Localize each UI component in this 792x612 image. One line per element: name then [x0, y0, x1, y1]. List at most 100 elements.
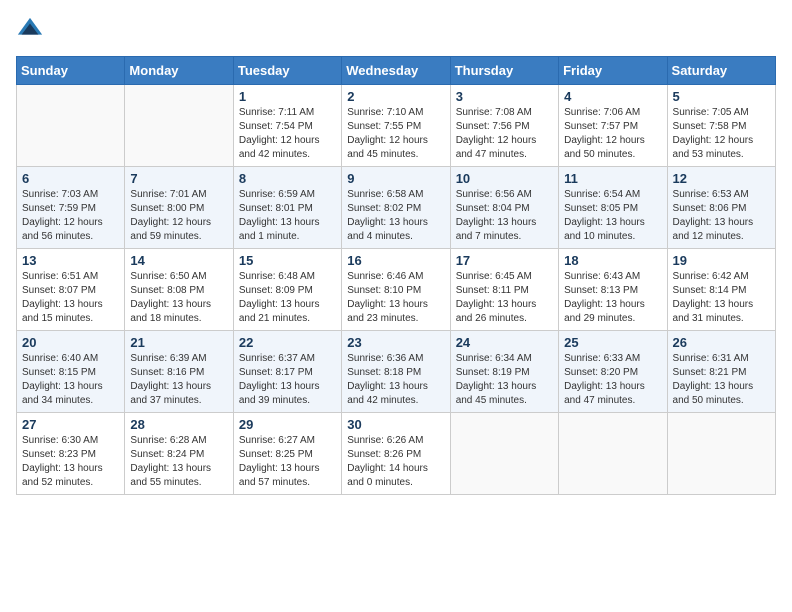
day-number: 3: [456, 89, 553, 104]
day-info: Sunrise: 6:51 AMSunset: 8:07 PMDaylight:…: [22, 271, 103, 324]
day-number: 1: [239, 89, 336, 104]
weekday-header: Tuesday: [233, 57, 341, 85]
page-header: [16, 16, 776, 44]
day-info: Sunrise: 6:37 AMSunset: 8:17 PMDaylight:…: [239, 353, 320, 406]
day-info: Sunrise: 6:34 AMSunset: 8:19 PMDaylight:…: [456, 353, 537, 406]
calendar-cell: [559, 413, 667, 495]
day-info: Sunrise: 6:58 AMSunset: 8:02 PMDaylight:…: [347, 189, 428, 242]
day-info: Sunrise: 6:30 AMSunset: 8:23 PMDaylight:…: [22, 435, 103, 488]
day-info: Sunrise: 6:56 AMSunset: 8:04 PMDaylight:…: [456, 189, 537, 242]
day-number: 4: [564, 89, 661, 104]
day-number: 28: [130, 417, 227, 432]
day-info: Sunrise: 6:40 AMSunset: 8:15 PMDaylight:…: [22, 353, 103, 406]
logo: [16, 16, 46, 44]
day-number: 15: [239, 253, 336, 268]
day-number: 2: [347, 89, 444, 104]
day-number: 17: [456, 253, 553, 268]
calendar-cell: [17, 85, 125, 167]
calendar-cell: 23 Sunrise: 6:36 AMSunset: 8:18 PMDaylig…: [342, 331, 450, 413]
day-number: 24: [456, 335, 553, 350]
day-info: Sunrise: 6:50 AMSunset: 8:08 PMDaylight:…: [130, 271, 211, 324]
day-number: 25: [564, 335, 661, 350]
day-number: 12: [673, 171, 770, 186]
calendar-cell: 12 Sunrise: 6:53 AMSunset: 8:06 PMDaylig…: [667, 167, 775, 249]
day-info: Sunrise: 7:08 AMSunset: 7:56 PMDaylight:…: [456, 107, 537, 160]
day-number: 11: [564, 171, 661, 186]
calendar-cell: [450, 413, 558, 495]
calendar-cell: 2 Sunrise: 7:10 AMSunset: 7:55 PMDayligh…: [342, 85, 450, 167]
day-number: 13: [22, 253, 119, 268]
calendar-cell: 1 Sunrise: 7:11 AMSunset: 7:54 PMDayligh…: [233, 85, 341, 167]
day-number: 18: [564, 253, 661, 268]
weekday-header: Saturday: [667, 57, 775, 85]
calendar-table: SundayMondayTuesdayWednesdayThursdayFrid…: [16, 56, 776, 495]
calendar-cell: 24 Sunrise: 6:34 AMSunset: 8:19 PMDaylig…: [450, 331, 558, 413]
day-info: Sunrise: 6:26 AMSunset: 8:26 PMDaylight:…: [347, 435, 428, 488]
calendar-cell: 20 Sunrise: 6:40 AMSunset: 8:15 PMDaylig…: [17, 331, 125, 413]
day-info: Sunrise: 7:11 AMSunset: 7:54 PMDaylight:…: [239, 107, 320, 160]
calendar-cell: 19 Sunrise: 6:42 AMSunset: 8:14 PMDaylig…: [667, 249, 775, 331]
day-info: Sunrise: 6:42 AMSunset: 8:14 PMDaylight:…: [673, 271, 754, 324]
calendar-cell: 21 Sunrise: 6:39 AMSunset: 8:16 PMDaylig…: [125, 331, 233, 413]
day-number: 10: [456, 171, 553, 186]
day-info: Sunrise: 7:06 AMSunset: 7:57 PMDaylight:…: [564, 107, 645, 160]
calendar-cell: 4 Sunrise: 7:06 AMSunset: 7:57 PMDayligh…: [559, 85, 667, 167]
day-info: Sunrise: 6:43 AMSunset: 8:13 PMDaylight:…: [564, 271, 645, 324]
day-number: 27: [22, 417, 119, 432]
calendar-cell: 27 Sunrise: 6:30 AMSunset: 8:23 PMDaylig…: [17, 413, 125, 495]
calendar-cell: 25 Sunrise: 6:33 AMSunset: 8:20 PMDaylig…: [559, 331, 667, 413]
calendar-cell: 28 Sunrise: 6:28 AMSunset: 8:24 PMDaylig…: [125, 413, 233, 495]
day-info: Sunrise: 7:03 AMSunset: 7:59 PMDaylight:…: [22, 189, 103, 242]
calendar-cell: 9 Sunrise: 6:58 AMSunset: 8:02 PMDayligh…: [342, 167, 450, 249]
day-number: 29: [239, 417, 336, 432]
day-number: 19: [673, 253, 770, 268]
calendar-cell: 26 Sunrise: 6:31 AMSunset: 8:21 PMDaylig…: [667, 331, 775, 413]
day-info: Sunrise: 6:28 AMSunset: 8:24 PMDaylight:…: [130, 435, 211, 488]
calendar-week-row: 6 Sunrise: 7:03 AMSunset: 7:59 PMDayligh…: [17, 167, 776, 249]
calendar-cell: 29 Sunrise: 6:27 AMSunset: 8:25 PMDaylig…: [233, 413, 341, 495]
day-info: Sunrise: 6:48 AMSunset: 8:09 PMDaylight:…: [239, 271, 320, 324]
day-number: 8: [239, 171, 336, 186]
calendar-cell: 6 Sunrise: 7:03 AMSunset: 7:59 PMDayligh…: [17, 167, 125, 249]
day-number: 5: [673, 89, 770, 104]
day-number: 23: [347, 335, 444, 350]
weekday-header: Friday: [559, 57, 667, 85]
day-info: Sunrise: 6:39 AMSunset: 8:16 PMDaylight:…: [130, 353, 211, 406]
calendar-cell: 5 Sunrise: 7:05 AMSunset: 7:58 PMDayligh…: [667, 85, 775, 167]
calendar-cell: 18 Sunrise: 6:43 AMSunset: 8:13 PMDaylig…: [559, 249, 667, 331]
weekday-header: Monday: [125, 57, 233, 85]
calendar-week-row: 20 Sunrise: 6:40 AMSunset: 8:15 PMDaylig…: [17, 331, 776, 413]
day-info: Sunrise: 6:31 AMSunset: 8:21 PMDaylight:…: [673, 353, 754, 406]
calendar-cell: 15 Sunrise: 6:48 AMSunset: 8:09 PMDaylig…: [233, 249, 341, 331]
day-info: Sunrise: 7:10 AMSunset: 7:55 PMDaylight:…: [347, 107, 428, 160]
day-info: Sunrise: 7:05 AMSunset: 7:58 PMDaylight:…: [673, 107, 754, 160]
day-info: Sunrise: 6:36 AMSunset: 8:18 PMDaylight:…: [347, 353, 428, 406]
day-number: 21: [130, 335, 227, 350]
weekday-header: Thursday: [450, 57, 558, 85]
day-number: 22: [239, 335, 336, 350]
weekday-header: Wednesday: [342, 57, 450, 85]
calendar-cell: 11 Sunrise: 6:54 AMSunset: 8:05 PMDaylig…: [559, 167, 667, 249]
calendar-week-row: 27 Sunrise: 6:30 AMSunset: 8:23 PMDaylig…: [17, 413, 776, 495]
day-number: 9: [347, 171, 444, 186]
day-info: Sunrise: 6:59 AMSunset: 8:01 PMDaylight:…: [239, 189, 320, 242]
logo-icon: [16, 16, 44, 44]
calendar-cell: 30 Sunrise: 6:26 AMSunset: 8:26 PMDaylig…: [342, 413, 450, 495]
day-number: 16: [347, 253, 444, 268]
day-number: 7: [130, 171, 227, 186]
calendar-cell: 14 Sunrise: 6:50 AMSunset: 8:08 PMDaylig…: [125, 249, 233, 331]
calendar-cell: [667, 413, 775, 495]
day-info: Sunrise: 6:33 AMSunset: 8:20 PMDaylight:…: [564, 353, 645, 406]
calendar-cell: 17 Sunrise: 6:45 AMSunset: 8:11 PMDaylig…: [450, 249, 558, 331]
calendar-cell: 22 Sunrise: 6:37 AMSunset: 8:17 PMDaylig…: [233, 331, 341, 413]
day-info: Sunrise: 6:27 AMSunset: 8:25 PMDaylight:…: [239, 435, 320, 488]
calendar-cell: 3 Sunrise: 7:08 AMSunset: 7:56 PMDayligh…: [450, 85, 558, 167]
day-number: 20: [22, 335, 119, 350]
day-info: Sunrise: 6:53 AMSunset: 8:06 PMDaylight:…: [673, 189, 754, 242]
day-info: Sunrise: 6:45 AMSunset: 8:11 PMDaylight:…: [456, 271, 537, 324]
calendar-cell: 7 Sunrise: 7:01 AMSunset: 8:00 PMDayligh…: [125, 167, 233, 249]
calendar-header-row: SundayMondayTuesdayWednesdayThursdayFrid…: [17, 57, 776, 85]
calendar-week-row: 13 Sunrise: 6:51 AMSunset: 8:07 PMDaylig…: [17, 249, 776, 331]
calendar-cell: 13 Sunrise: 6:51 AMSunset: 8:07 PMDaylig…: [17, 249, 125, 331]
calendar-cell: 10 Sunrise: 6:56 AMSunset: 8:04 PMDaylig…: [450, 167, 558, 249]
